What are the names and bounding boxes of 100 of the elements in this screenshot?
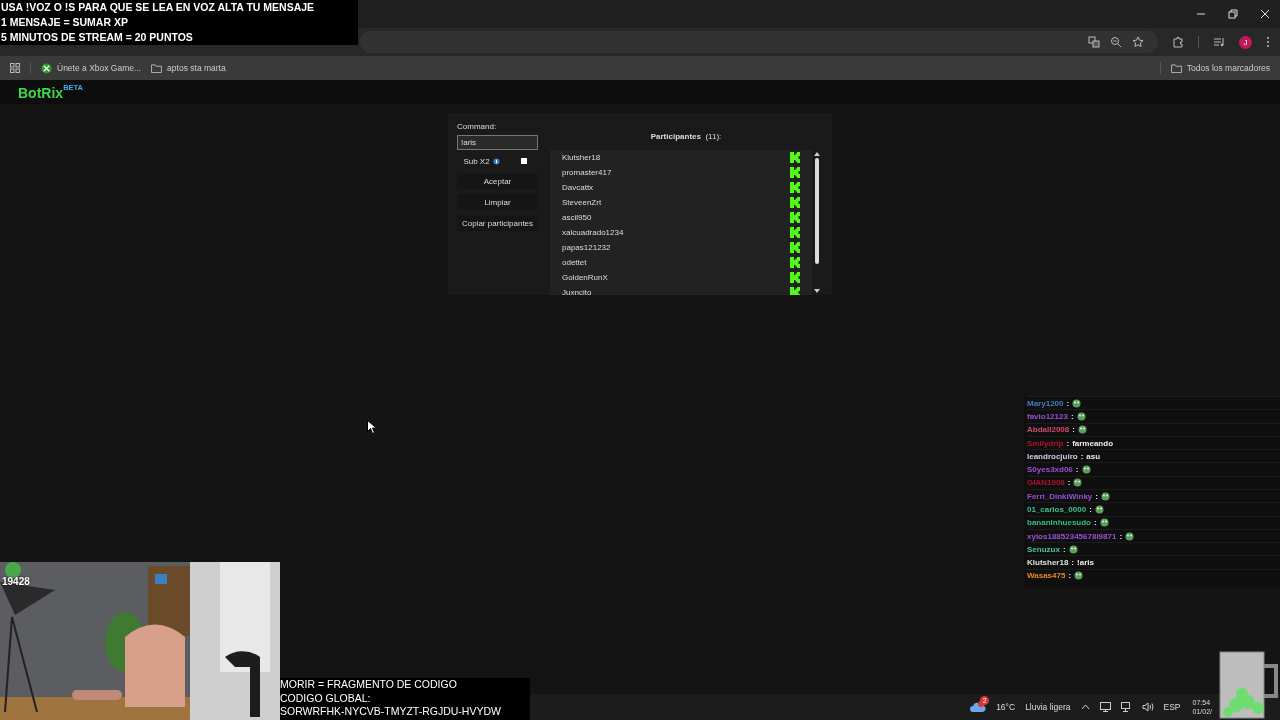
overlay-text: CODIGO GLOBAL: xyxy=(280,691,372,705)
cursor-icon xyxy=(367,420,376,434)
chat-username: Mary1200 xyxy=(1027,398,1064,408)
chat-username: S0yes3xd06 xyxy=(1027,465,1073,475)
participant-name: promaster417 xyxy=(562,168,612,177)
chat-username: Ferri_DinkiWinky xyxy=(1027,491,1093,501)
kick-icon xyxy=(790,167,800,178)
folder-icon xyxy=(1170,63,1182,73)
chat-username: 01_carlos_0000 xyxy=(1027,504,1087,514)
participant-name: ascil950 xyxy=(562,213,592,222)
emote-icon xyxy=(1077,425,1087,435)
panel-button[interactable]: Limpiar xyxy=(457,194,538,210)
language-indicator[interactable]: ESP xyxy=(1163,702,1181,712)
participant-name: odettet xyxy=(562,258,587,267)
restore-icon[interactable] xyxy=(1228,9,1238,19)
chat-separator: : xyxy=(1070,412,1074,421)
overlay-text: MORIR = FRAGMENTO DE CODIGO xyxy=(280,678,458,692)
participant-name: Davcattx xyxy=(562,183,594,192)
kick-icon xyxy=(790,287,800,295)
chevron-up-icon[interactable] xyxy=(1080,704,1090,710)
emote-icon xyxy=(1076,412,1086,421)
emote-icon xyxy=(1094,504,1104,514)
chat-separator: : xyxy=(1062,544,1066,554)
close-icon[interactable] xyxy=(1260,9,1270,19)
chat-separator: : xyxy=(1119,531,1123,541)
chat-message: farmeando xyxy=(1072,438,1114,448)
kick-icon xyxy=(790,212,800,223)
chat-username: leandrocjuiro xyxy=(1027,451,1078,461)
panel-button[interactable]: Copiar participantes xyxy=(457,215,538,231)
overlay-counter: 19428 xyxy=(2,576,30,587)
translate-icon[interactable] xyxy=(1088,36,1100,48)
sub-x2-checkbox[interactable] xyxy=(520,158,527,164)
bookmark-link[interactable]: aptos sta marta xyxy=(151,63,226,73)
menu-icon[interactable] xyxy=(1266,36,1270,48)
participants-count: (11): xyxy=(705,132,722,141)
chat-separator: : xyxy=(1080,451,1084,461)
chat-username: Smilydrip xyxy=(1027,438,1064,448)
network-icon[interactable] xyxy=(1120,702,1132,712)
command-label: Command: xyxy=(457,122,498,131)
participant-name: GoldenRunX xyxy=(562,273,608,282)
scrollbar-thumb[interactable] xyxy=(815,158,819,264)
emote-icon xyxy=(1074,571,1084,581)
chat-separator: : xyxy=(1066,438,1070,448)
speaker-icon[interactable] xyxy=(1141,702,1154,712)
chat-separator: : xyxy=(1066,398,1070,408)
weather-text: Lluvia ligera xyxy=(1025,702,1071,712)
command-field[interactable]: !aris xyxy=(457,135,538,150)
chat-separator: : xyxy=(1072,425,1075,435)
participant-name: papas121232 xyxy=(562,243,611,252)
chat-separator: : xyxy=(1075,465,1079,475)
emote-icon xyxy=(1068,544,1078,554)
overlay-text: 1 MENSAJE = SUMAR XP xyxy=(1,15,129,30)
chat-username: favio12123 xyxy=(1027,412,1068,421)
chat-username: Abdall2008 xyxy=(1027,425,1070,435)
chat-username: bananinhuesudo xyxy=(1027,518,1091,528)
chat-message: asu xyxy=(1086,451,1101,461)
participant-name: xalcuadrado1234 xyxy=(562,228,624,237)
kick-icon xyxy=(790,152,800,163)
folder-icon xyxy=(151,63,163,73)
xbox-icon xyxy=(41,62,52,74)
participant-name: Juxncito xyxy=(562,288,592,295)
star-icon[interactable] xyxy=(1132,36,1144,48)
chat-separator: : xyxy=(1071,558,1075,568)
temperature: 16°C xyxy=(996,702,1016,712)
chat-separator: : xyxy=(1095,491,1098,501)
profile-avatar[interactable]: J xyxy=(1239,35,1252,49)
chat-username: Wasas475 xyxy=(1027,571,1066,581)
emote-icon xyxy=(1099,518,1109,528)
chat-username: Senuzux xyxy=(1027,544,1060,554)
scroll-down-icon[interactable] xyxy=(814,289,820,293)
bookmark-link[interactable]: Todos los marcadores xyxy=(1170,63,1270,73)
chat-separator: : xyxy=(1067,478,1071,488)
weather-icon[interactable] xyxy=(970,701,987,713)
participant-name: Klutsher18 xyxy=(562,153,601,162)
emote-icon xyxy=(1073,478,1083,488)
monitor-icon[interactable] xyxy=(1099,702,1111,712)
info-icon[interactable] xyxy=(492,157,500,165)
chat-username: GIAN1908 xyxy=(1027,478,1065,488)
chat-username: xylos18852345678l9871 xyxy=(1027,531,1117,541)
emote-icon xyxy=(1100,491,1110,501)
panel-button[interactable]: Aceptar xyxy=(457,173,538,189)
zoom-icon[interactable] xyxy=(1110,36,1122,48)
chat-message: !aris xyxy=(1077,558,1094,568)
scroll-up-icon[interactable] xyxy=(814,152,820,156)
kick-icon xyxy=(790,257,800,268)
kick-icon xyxy=(790,227,800,238)
bookmark-link[interactable]: Únete a Xbox Game... xyxy=(41,62,142,74)
kick-icon xyxy=(790,272,800,283)
playlist-icon[interactable] xyxy=(1213,36,1225,48)
emote-icon xyxy=(1081,465,1091,475)
participant-name: SteveenZrt xyxy=(562,198,602,207)
chat-separator: : xyxy=(1094,518,1097,528)
apps-grid-icon[interactable] xyxy=(10,63,20,73)
puzzle-icon[interactable] xyxy=(1172,36,1184,48)
emote-icon xyxy=(1125,531,1135,541)
botrix-logo[interactable]: BotRix xyxy=(18,85,64,101)
kick-icon xyxy=(790,182,800,193)
chat-separator: : xyxy=(1068,571,1072,581)
kick-icon xyxy=(790,242,800,253)
sub-x2-label: Sub X2 xyxy=(463,156,490,166)
